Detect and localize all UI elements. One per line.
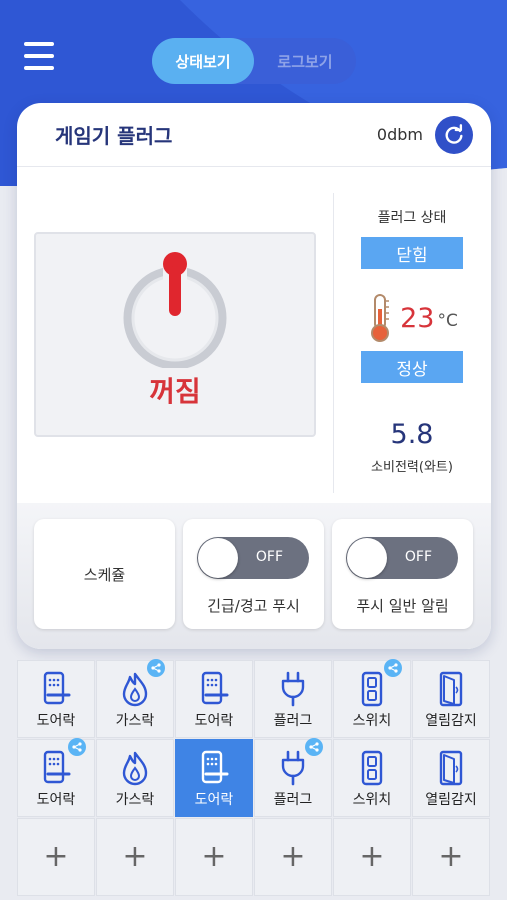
emergency-push-state: OFF [255,549,283,565]
add-device-button[interactable]: + [412,818,490,896]
grid-item-label: 가스락 [115,713,155,729]
divider [333,193,334,493]
doorlock-icon [43,671,71,705]
grid-item-label: 가스락 [115,792,155,808]
plug-icon [281,750,305,786]
plus-icon: + [280,839,306,874]
grid-item-label: 도어락 [36,792,76,808]
controls-panel: 스케쥴 OFF 긴급/경고 푸시 OFF 푸시 일반 알림 [17,503,491,649]
status-panel: 플러그 상태 닫힘 23 °C 정상 5.8 소비전력(와트) [347,167,477,475]
plug-icon [281,671,305,707]
grid-item-switch[interactable]: 스위치 [333,739,411,817]
grid-item-doorlock[interactable]: 도어락 [17,660,95,738]
power-icon [123,252,227,368]
power-consumption-label: 소비전력(와트) [371,460,453,475]
grid-item-door-sensor[interactable]: 열림감지 [412,660,490,738]
temperature-value: 23 [400,302,435,334]
normal-push-toggle[interactable]: OFF [346,537,458,579]
plug-status-badge: 닫힘 [361,237,463,269]
plus-icon: + [359,839,385,874]
plug-status-label: 플러그 상태 [377,210,447,226]
door-sensor-icon [439,750,463,786]
plus-icon: + [122,839,148,874]
add-device-button[interactable]: + [254,818,332,896]
gaslock-icon [122,672,148,707]
refresh-icon [445,123,463,144]
switch-icon [361,671,383,707]
grid-item-label: 도어락 [36,713,76,729]
grid-item-label: 플러그 [273,713,313,729]
device-card: 게임기 플러그 0dbm 꺼짐 플러그 상태 닫힘 23 °C 정상 5.8 소… [17,103,491,649]
grid-item-plug[interactable]: 플러그 [254,738,332,817]
grid-item-label: 플러그 [273,792,313,808]
device-grid: 도어락 가스락 도어락 플러그 스위치 열림감지 도어락 가스락 도어락 플러그 [17,659,491,900]
tab-status-view[interactable]: 상태보기 [152,38,254,84]
schedule-label: 스케쥴 [83,566,126,584]
emergency-push-toggle[interactable]: OFF [197,537,309,579]
grid-item-gaslock[interactable]: 가스락 [96,739,174,817]
normal-push-tile: OFF 푸시 일반 알림 [332,519,473,629]
thermometer-icon [371,294,390,342]
grid-item-label: 열림감지 [425,792,477,808]
add-device-button[interactable]: + [96,818,174,896]
add-device-button[interactable]: + [175,818,253,896]
power-state-label: 꺼짐 [149,375,201,408]
door-sensor-icon [439,671,463,707]
schedule-button[interactable]: 스케쥴 [34,519,175,629]
grid-item-label: 스위치 [352,792,392,808]
refresh-button[interactable] [435,115,473,154]
power-consumption-value: 5.8 [390,419,434,450]
emergency-push-tile: OFF 긴급/경고 푸시 [183,519,324,629]
tab-log-view[interactable]: 로그보기 [254,38,356,84]
normal-push-label: 푸시 일반 알림 [356,597,449,615]
gaslock-icon [122,751,148,786]
grid-item-switch[interactable]: 스위치 [333,659,411,738]
grid-item-door-sensor[interactable]: 열림감지 [412,739,490,817]
normal-push-state: OFF [404,549,432,565]
plus-icon: + [43,839,69,874]
doorlock-icon [43,750,71,784]
power-toggle-button[interactable]: 꺼짐 [34,232,316,437]
emergency-push-label: 긴급/경고 푸시 [207,597,300,615]
device-card-header: 게임기 플러그 0dbm [17,103,491,167]
grid-item-label: 열림감지 [425,713,477,729]
grid-item-label: 스위치 [352,713,392,729]
grid-item-plug[interactable]: 플러그 [254,660,332,738]
temperature-unit: °C [437,311,458,331]
grid-item-label: 도어락 [194,713,234,729]
plus-icon: + [438,839,464,874]
grid-item-doorlock[interactable]: 도어락 [175,660,253,738]
temperature-status-badge: 정상 [361,351,463,383]
hamburger-menu-icon[interactable] [24,42,54,70]
switch-icon [361,750,383,786]
temperature-row: 23 °C [347,293,477,343]
signal-strength: 0dbm [376,125,423,144]
add-device-button[interactable]: + [17,818,95,896]
grid-item-label: 도어락 [194,792,234,808]
doorlock-icon [201,750,229,784]
add-device-button[interactable]: + [333,818,411,896]
device-title: 게임기 플러그 [55,124,173,148]
plus-icon: + [201,839,227,874]
view-tab-switch: 상태보기 로그보기 [152,38,356,84]
doorlock-icon [201,671,229,705]
grid-item-gaslock[interactable]: 가스락 [96,659,174,738]
grid-item-doorlock[interactable]: 도어락 [17,738,95,817]
grid-item-doorlock-selected[interactable]: 도어락 [175,739,253,817]
